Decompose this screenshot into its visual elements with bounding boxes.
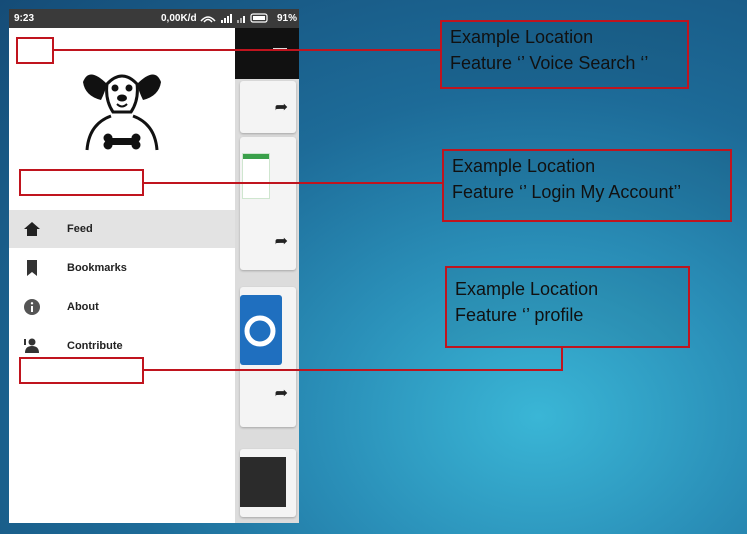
nav-item-label: Feed bbox=[67, 223, 93, 235]
login-location-box bbox=[19, 169, 144, 196]
navigation-drawer: Feed Bookmarks About Contribute bbox=[9, 28, 235, 523]
callout-line2: Feature ‘’ Voice Search ‘’ bbox=[450, 53, 649, 73]
code-thumbnail bbox=[240, 457, 286, 507]
phone-screenshot: 9:23 0,00K/d 91% ➦ ➦ ➦ Feed Bookmarks Ab… bbox=[9, 9, 299, 523]
callout-line1: Example Location bbox=[450, 27, 594, 47]
bookmark-icon bbox=[27, 260, 37, 276]
home-icon bbox=[24, 222, 40, 236]
feed-card[interactable]: ➦ bbox=[240, 137, 296, 270]
dog-logo bbox=[83, 74, 161, 151]
profile-callout: Example Location Feature ‘’ profile bbox=[445, 266, 690, 348]
nav-item-label: Contribute bbox=[67, 340, 123, 352]
status-network-speed: 0,00K/d bbox=[161, 13, 197, 24]
status-battery: 91% bbox=[277, 13, 298, 24]
status-time: 9:23 bbox=[14, 13, 35, 24]
login-connector-line bbox=[144, 182, 442, 184]
profile-connector-riser bbox=[561, 347, 563, 371]
share-icon[interactable]: ➦ bbox=[275, 231, 288, 251]
feed-card[interactable]: ➦ bbox=[240, 81, 296, 133]
profile-location-box bbox=[19, 357, 144, 384]
share-icon[interactable]: ➦ bbox=[275, 97, 288, 117]
feed-card[interactable]: ➦ bbox=[240, 287, 296, 427]
sync-icon bbox=[240, 295, 282, 365]
nav-item-label: Bookmarks bbox=[67, 262, 127, 274]
app-bar bbox=[235, 28, 299, 79]
voice-search-location-box bbox=[16, 37, 54, 64]
nav-item-label: About bbox=[67, 301, 99, 313]
nav-item-feed[interactable]: Feed bbox=[9, 210, 235, 248]
profile-connector-line bbox=[144, 369, 562, 371]
nav-item-about[interactable]: About bbox=[9, 288, 235, 326]
info-icon bbox=[24, 299, 40, 315]
voice-search-connector-line bbox=[54, 49, 440, 51]
nav-item-bookmarks[interactable]: Bookmarks bbox=[9, 249, 235, 287]
voice-search-callout: Example Location Feature ‘’ Voice Search… bbox=[440, 20, 689, 89]
callout-line2: Feature ‘’ Login My Account’’ bbox=[452, 182, 682, 202]
card-thumbnail bbox=[242, 153, 270, 199]
callout-line2: Feature ‘’ profile bbox=[455, 305, 584, 325]
share-icon[interactable]: ➦ bbox=[275, 383, 288, 403]
callout-line1: Example Location bbox=[452, 156, 596, 176]
login-callout: Example Location Feature ‘’ Login My Acc… bbox=[442, 149, 732, 222]
feed-card[interactable] bbox=[240, 449, 296, 517]
callout-line1: Example Location bbox=[455, 279, 599, 299]
contribute-icon bbox=[24, 338, 39, 353]
signal-wifi-icon bbox=[199, 12, 271, 27]
status-bar: 9:23 0,00K/d 91% bbox=[9, 9, 299, 28]
